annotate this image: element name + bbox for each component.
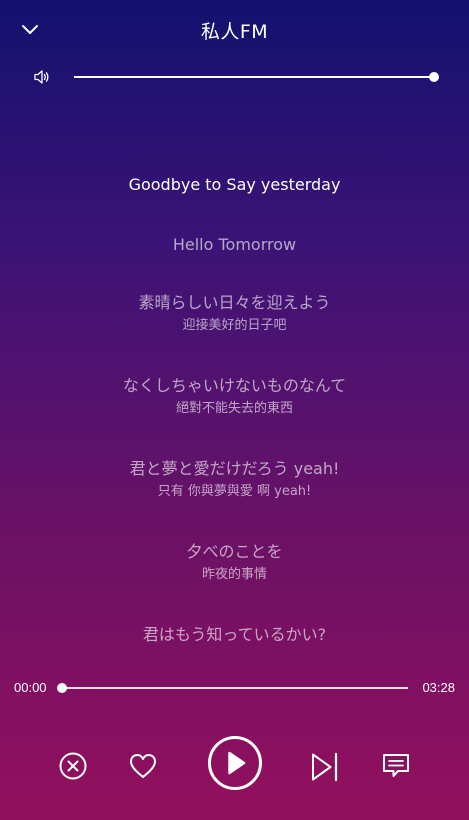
lyric-line: なくしちゃいけないものなんて絕對不能失去的東西 [0,375,469,418]
lyrics-panel: Goodbye to Say yesterday Hello Tomorrow 素晴… [0,174,469,654]
progress-slider[interactable] [57,683,408,693]
lyric-original: 夕べのことを [186,542,283,561]
play-icon [208,736,262,790]
lyric-line: Goodbye to Say yesterday [0,174,469,196]
lyric-line: 夕べのことを昨夜的事情 [0,541,469,584]
comment-icon [383,754,409,777]
fm-player-screen: 私人FM Goodbye to Say yesterday Hello Tomor… [0,0,469,820]
page-title: 私人FM [200,21,269,43]
heart-icon [130,754,156,778]
lyric-original: 君と夢と愛だけだろう yeah! [129,459,340,478]
volume-thumb[interactable] [429,72,439,82]
volume-fill [74,76,434,78]
progress-thumb[interactable] [57,683,67,693]
lyric-original: なくしちゃいけないものなんて [122,376,347,395]
lyric-original: Goodbye to Say yesterday [128,175,341,194]
lyric-line: 君はもう知っているかい? [0,624,469,646]
lyric-original: 素晴らしい日々を迎えよう [138,293,331,312]
total-time: 03:28 [422,680,455,695]
speaker-icon [34,70,49,84]
dislike-button[interactable] [58,751,88,781]
current-time: 00:00 [14,680,47,695]
lyric-original: Hello Tomorrow [172,235,297,254]
comment-button[interactable] [381,752,411,780]
like-button[interactable] [128,751,158,781]
lyric-line: 君と夢と愛だけだろう yeah! 只有 你與夢與愛 啊 yeah! [0,458,469,501]
skip-next-icon [312,752,338,782]
volume-button[interactable] [33,69,51,85]
volume-slider[interactable] [74,72,439,82]
lyric-line: Hello Tomorrow [0,234,469,256]
lyric-original: 君はもう知っているかい? [142,625,327,644]
lyric-translation: 迎接美好的日子吧 [182,318,287,333]
lyric-translation: 昨夜的事情 [201,567,267,582]
lyric-translation: 絕對不能失去的東西 [175,401,293,416]
close-circle-icon [59,752,87,780]
lyric-translation: 只有 你與夢與愛 啊 yeah! [157,484,312,499]
play-button[interactable] [207,735,263,791]
next-button[interactable] [310,752,340,782]
lyric-line: 素晴らしい日々を迎えよう迎接美好的日子吧 [0,292,469,335]
